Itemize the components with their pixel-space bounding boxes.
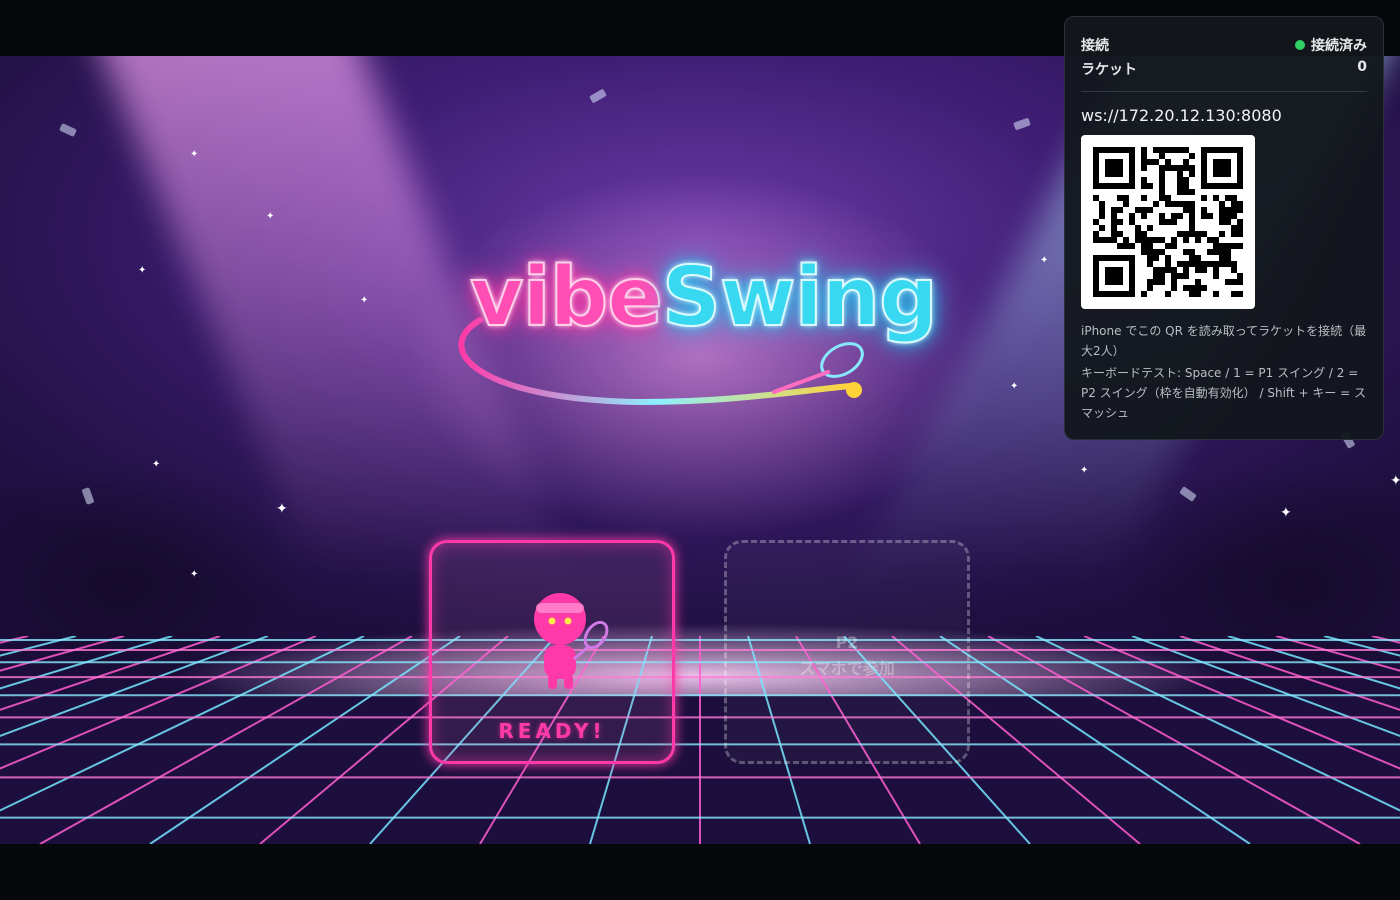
player-ready-status: READY!: [498, 719, 606, 743]
qr-instructions: iPhone でこの QR を読み取ってラケットを接続（最大2人）: [1081, 324, 1367, 358]
connection-status-text: 接続済み: [1311, 38, 1367, 54]
star-icon: ✦: [152, 459, 161, 470]
logo-title-swing: Swing: [661, 249, 939, 346]
websocket-url[interactable]: ws://172.20.12.130:8080: [1081, 106, 1367, 125]
player-slot-p2[interactable]: P2 スマホで参加: [724, 540, 970, 764]
grid-line: [39, 636, 413, 844]
racket-count: 0: [1357, 59, 1367, 75]
star-icon: ✦: [1390, 473, 1400, 489]
grid-line: [0, 636, 317, 770]
logo-title-vibe: vibe: [469, 249, 664, 346]
grid-line: [0, 636, 125, 672]
player-slot-p1[interactable]: READY!: [429, 540, 675, 764]
star-icon: ✦: [266, 211, 275, 222]
star-icon: ✦: [1010, 381, 1019, 392]
star-icon: ✦: [138, 265, 147, 276]
grid-line: [939, 636, 1251, 844]
connection-panel: 接続 接続済み ラケット 0 ws://172.20.12.130:8080 i…: [1064, 16, 1384, 440]
star-icon: ✦: [276, 501, 288, 517]
tennis-ball-icon: [846, 382, 862, 398]
game-stage: ✦ ✦ ✦ ✦ ✦ ✦ ✦ ✦ ✦ ✦ ✦ ✦ vibeSwing READY!…: [0, 0, 1400, 900]
connection-label: 接続: [1081, 38, 1109, 54]
star-icon: ✦: [1080, 465, 1089, 476]
grid-line: [149, 636, 461, 844]
star-icon: ✦: [190, 149, 199, 160]
grid-line: [1083, 636, 1400, 770]
player-slot-label: P2: [835, 633, 859, 652]
player-avatar-icon: [534, 593, 609, 689]
racket-label: ラケット: [1081, 62, 1137, 78]
star-icon: ✦: [190, 569, 199, 580]
game-logo: vibeSwing: [440, 249, 960, 430]
qr-code-icon: [1093, 147, 1243, 297]
connection-status: 接続済み: [1295, 35, 1367, 55]
connection-row: 接続 接続済み: [1081, 35, 1367, 59]
status-dot-icon: [1295, 40, 1305, 50]
grid-line: [1275, 636, 1400, 672]
logo-title: vibeSwing: [469, 249, 939, 346]
neon-grid-floor: [0, 636, 1400, 844]
keyboard-instructions: キーボードテスト: Space / 1 = P1 スイング / 2 = P2 ス…: [1081, 366, 1367, 420]
confetti: [589, 88, 607, 104]
qr-code: [1081, 135, 1255, 309]
racket-row: ラケット 0: [1081, 59, 1367, 83]
confetti: [59, 122, 77, 138]
panel-divider: [1081, 91, 1367, 92]
star-icon: ✦: [360, 295, 369, 306]
star-icon: ✦: [1040, 255, 1049, 266]
star-icon: ✦: [1280, 505, 1292, 521]
confetti: [1013, 117, 1031, 131]
grid-line: [987, 636, 1361, 844]
player-join-hint: スマホで参加: [799, 659, 895, 678]
